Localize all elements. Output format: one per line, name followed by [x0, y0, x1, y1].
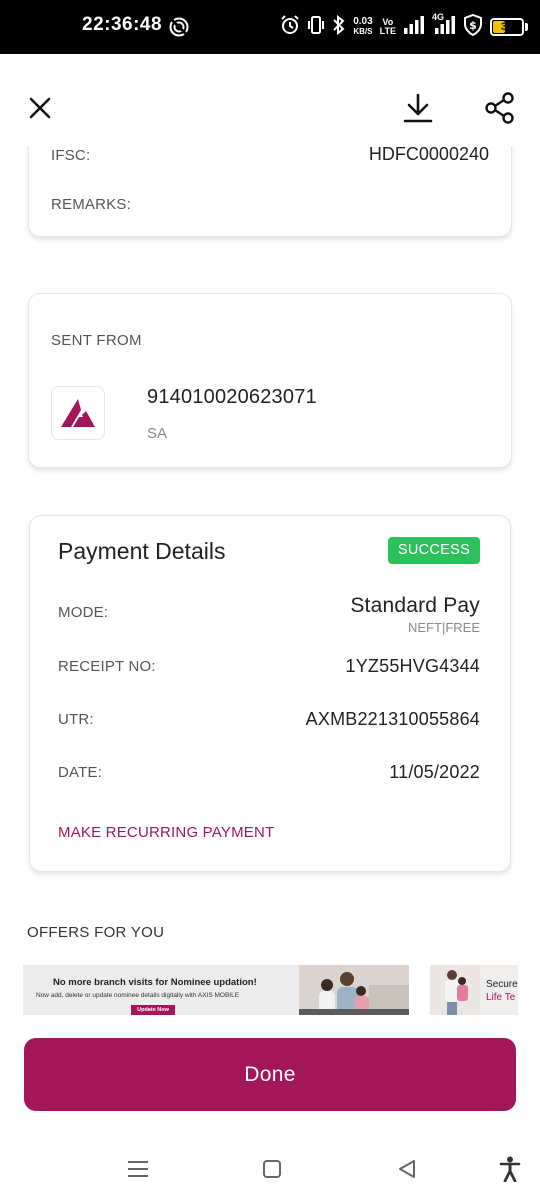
offer-banner-2-line2: Life Te [486, 992, 516, 1003]
accessibility-icon [499, 1156, 521, 1182]
offer-banner-nominee[interactable]: No more branch visits for Nominee updati… [23, 965, 409, 1015]
utr-label: UTR: [58, 711, 94, 728]
signal-4g-icon: 4G [432, 12, 456, 39]
account-number: 914010020623071 [147, 386, 317, 408]
signal-icon [403, 15, 425, 39]
parent-child-photo-image [430, 965, 480, 1015]
ifsc-row: IFSC: HDFC0000240 [51, 144, 489, 165]
download-icon [403, 93, 433, 123]
mode-label: MODE: [58, 604, 109, 621]
date-value: 11/05/2022 [389, 762, 480, 782]
share-icon [485, 92, 514, 124]
status-icons: 0.03 KB/S Vo LTE 4G $ 37 [280, 12, 528, 41]
family-photo-image [299, 965, 409, 1015]
bank-logo [51, 386, 105, 440]
secure-money-icon: $ [463, 13, 483, 41]
date-label: DATE: [58, 764, 103, 781]
remarks-row: REMARKS: [51, 196, 489, 213]
alarm-icon [280, 14, 300, 40]
sent-from-card: SENT FROM 914010020623071 SA [28, 293, 512, 468]
axis-bank-logo-icon [61, 399, 95, 427]
offer-update-now-button[interactable]: Update Now [131, 1005, 175, 1015]
system-navigation-bar [0, 1140, 540, 1200]
mode-subtext: NEFT|FREE [408, 620, 480, 635]
offers-label: OFFERS FOR YOU [27, 924, 165, 941]
receipt-value: 1YZ55HVG4344 [345, 656, 480, 676]
accessibility-button[interactable] [495, 1154, 525, 1184]
account-name: SA [147, 425, 168, 442]
done-button[interactable]: Done [24, 1038, 516, 1111]
payment-details-title: Payment Details [58, 538, 226, 564]
ifsc-label: IFSC: [51, 147, 91, 164]
home-button[interactable] [257, 1154, 287, 1184]
utr-value: AXMB221310055864 [305, 709, 480, 729]
offer-banner-headline: No more branch visits for Nominee updati… [53, 977, 257, 988]
svg-text:$: $ [469, 19, 477, 32]
battery-icon: 37 [490, 18, 524, 36]
status-badge: SUCCESS [388, 537, 480, 564]
offer-banner-life-term[interactable]: Secure Life Te [430, 965, 518, 1015]
sent-from-label: SENT FROM [51, 332, 142, 349]
data-saver-icon [168, 16, 190, 38]
top-toolbar [0, 54, 540, 146]
offer-banner-2-line1: Secure [486, 979, 518, 990]
close-button[interactable] [20, 88, 60, 128]
recent-apps-button[interactable] [123, 1154, 153, 1184]
ifsc-value: HDFC0000240 [368, 144, 489, 164]
receipt-label: RECEIPT NO: [58, 658, 156, 675]
make-recurring-payment-link[interactable]: MAKE RECURRING PAYMENT [58, 824, 274, 841]
share-button[interactable] [480, 88, 520, 128]
net-speed: 0.03 KB/S [353, 16, 373, 37]
download-button[interactable] [398, 88, 438, 128]
battery-nub [525, 23, 528, 31]
vibrate-icon [307, 15, 325, 40]
back-triangle-icon [399, 1160, 415, 1178]
status-bar: 22:36:48 0.03 KB/S Vo LTE 4G $ 37 [0, 0, 540, 54]
menu-lines-icon [128, 1161, 148, 1177]
volte-indicator: Vo LTE [379, 17, 396, 36]
close-icon [29, 97, 51, 119]
back-button[interactable] [392, 1154, 422, 1184]
payment-details-card: Payment Details SUCCESS MODE: Standard P… [29, 515, 511, 872]
home-square-icon [263, 1160, 281, 1178]
bluetooth-icon [332, 14, 346, 40]
status-time: 22:36:48 [82, 14, 163, 35]
mode-value: Standard Pay [350, 594, 480, 617]
offer-banner-subtext: Now add, delete or update nominee detail… [36, 992, 240, 999]
remarks-label: REMARKS: [51, 196, 131, 213]
